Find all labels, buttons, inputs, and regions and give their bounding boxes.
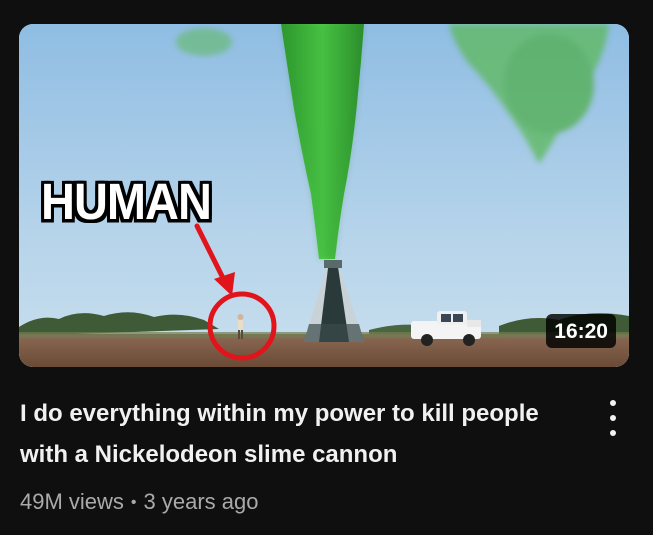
video-metadata: 49M views • 3 years ago	[20, 488, 259, 517]
thumbnail-overlay-text: HUMAN	[41, 172, 212, 230]
menu-dot	[610, 415, 616, 421]
video-card[interactable]: HUMAN 16:20 I do everything within my po…	[0, 0, 653, 535]
upload-age: 3 years ago	[143, 489, 259, 514]
slime-spray-left	[176, 28, 232, 56]
more-vert-icon[interactable]	[596, 400, 630, 436]
menu-dot	[610, 400, 616, 406]
video-thumbnail[interactable]: HUMAN 16:20	[19, 24, 629, 367]
view-count: 49M views	[20, 489, 124, 514]
menu-dot	[610, 430, 616, 436]
duration-badge: 16:20	[546, 314, 616, 348]
video-title[interactable]: I do everything within my power to kill …	[20, 393, 560, 475]
meta-separator: •	[130, 494, 137, 511]
